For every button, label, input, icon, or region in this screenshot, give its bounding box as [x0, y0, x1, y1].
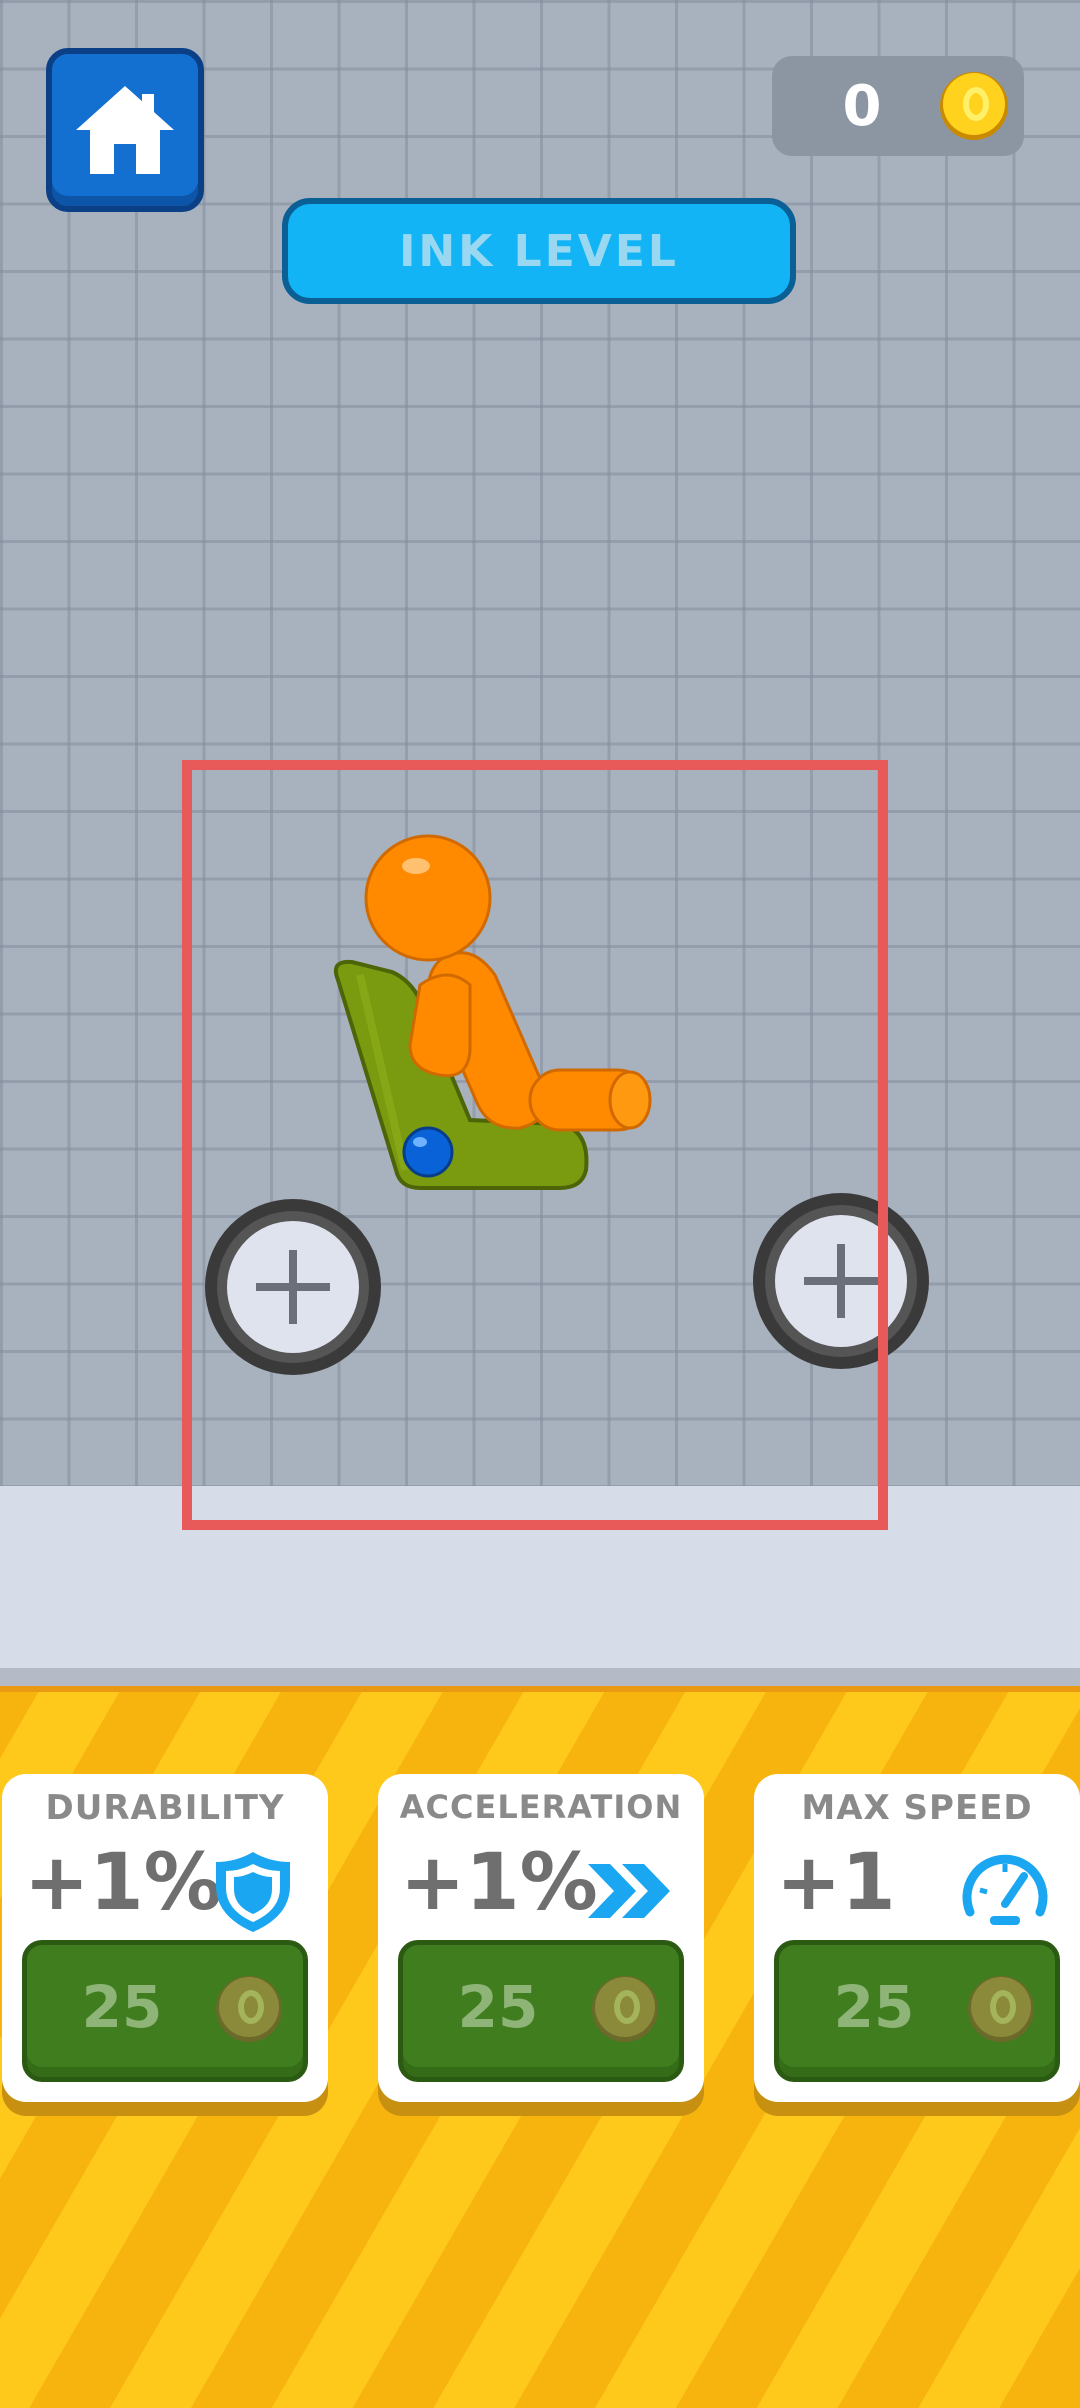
upgrade-value: +1%: [24, 1838, 222, 1928]
coin-icon: [216, 1976, 282, 2042]
coin-icon: [592, 1976, 658, 2042]
upgrade-price: 25: [81, 1973, 163, 2041]
build-area-frame[interactable]: [182, 760, 888, 1530]
speedometer-icon: [962, 1854, 1048, 1925]
upgrade-title: ACCELERATION: [399, 1788, 683, 1826]
upgrade-price: 25: [833, 1973, 915, 2041]
upgrade-card-acceleration: ACCELERATION +1% 25: [378, 1774, 704, 2102]
shield-icon: [216, 1852, 290, 1932]
buy-max-speed-button[interactable]: 25: [774, 1940, 1060, 2082]
upgrade-value: +1: [776, 1838, 896, 1928]
buy-acceleration-button[interactable]: 25: [398, 1940, 684, 2082]
upgrade-card-max-speed: MAX SPEED +1 25: [754, 1774, 1080, 2102]
coin-icon: [968, 1976, 1034, 2042]
upgrade-price: 25: [457, 1973, 539, 2041]
upgrade-title: MAX SPEED: [801, 1788, 1033, 1828]
upgrade-value: +1%: [400, 1838, 598, 1928]
buy-durability-button[interactable]: 25: [22, 1940, 308, 2082]
double-chevron-icon: [588, 1864, 670, 1918]
upgrade-card-durability: DURABILITY +1% 25: [2, 1774, 328, 2102]
floor-edge: [0, 1668, 1080, 1686]
upgrade-title: DURABILITY: [45, 1788, 285, 1828]
